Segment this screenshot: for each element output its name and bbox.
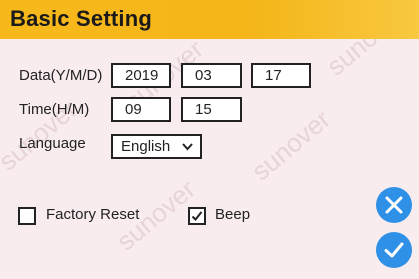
page-title: Basic Setting — [10, 6, 152, 31]
confirm-button[interactable] — [376, 232, 412, 268]
factory-reset-label[interactable]: Factory Reset — [46, 206, 139, 223]
title-bar: Basic Setting — [0, 0, 419, 39]
day-field[interactable]: 17 — [251, 63, 311, 88]
month-field[interactable]: 03 — [181, 63, 242, 88]
language-label: Language — [19, 135, 86, 152]
year-field[interactable]: 2019 — [111, 63, 171, 88]
beep-checkbox[interactable] — [188, 207, 206, 225]
hour-field[interactable]: 09 — [111, 97, 171, 122]
language-select[interactable]: English — [111, 134, 202, 159]
chevron-down-icon — [182, 143, 193, 151]
time-label: Time(H/M) — [19, 101, 90, 118]
cancel-button[interactable] — [376, 187, 412, 223]
check-icon — [384, 242, 404, 258]
date-label: Data(Y/M/D) — [19, 67, 103, 84]
watermark: sunover — [245, 103, 336, 187]
factory-reset-checkbox[interactable] — [18, 207, 36, 225]
beep-label[interactable]: Beep — [215, 206, 250, 223]
check-mark-icon — [191, 211, 203, 221]
language-select-value: English — [121, 138, 171, 155]
close-icon — [385, 196, 403, 214]
minute-field[interactable]: 15 — [181, 97, 242, 122]
